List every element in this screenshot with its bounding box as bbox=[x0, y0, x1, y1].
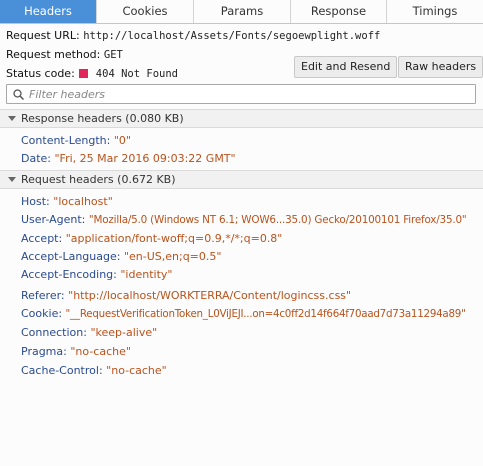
header-name: Date: bbox=[21, 152, 51, 165]
header-row: Connection: "keep-alive" bbox=[21, 325, 157, 340]
status-indicator-icon bbox=[79, 69, 89, 78]
filter-headers-box bbox=[6, 84, 476, 104]
header-value: "no-cache" bbox=[106, 364, 167, 377]
request-headers-section-toggle[interactable]: Request headers (0.672 KB) bbox=[0, 170, 483, 189]
header-name: User-Agent: bbox=[21, 213, 86, 226]
header-row: Accept: "application/font-woff;q=0.9,*/*… bbox=[21, 231, 282, 246]
header-row: User-Agent: "Mozilla/5.0 (Windows NT 6.1… bbox=[21, 212, 467, 228]
header-name: Host: bbox=[21, 195, 50, 208]
header-value: "http://localhost/WORKTERRA/Content/logi… bbox=[68, 289, 352, 302]
tab-response[interactable]: Response bbox=[291, 0, 387, 23]
header-name: Cookie: bbox=[21, 307, 63, 320]
header-row: Cookie: "__RequestVerificationToken_L0Vi… bbox=[21, 306, 466, 322]
response-headers-title: Response headers (0.080 KB) bbox=[21, 112, 184, 125]
header-row: Pragma: "no-cache" bbox=[21, 344, 131, 359]
tab-params[interactable]: Params bbox=[194, 0, 291, 23]
header-value: "Fri, 25 Mar 2016 09:03:22 GMT" bbox=[54, 152, 236, 165]
chevron-down-icon bbox=[8, 177, 16, 182]
raw-headers-button[interactable]: Raw headers bbox=[398, 56, 483, 78]
header-name: Accept-Encoding: bbox=[21, 268, 117, 281]
header-value: "keep-alive" bbox=[90, 326, 158, 339]
chevron-down-icon bbox=[8, 116, 16, 121]
response-headers-section-toggle[interactable]: Response headers (0.080 KB) bbox=[0, 109, 483, 128]
header-row: Accept-Language: "en-US,en;q=0.5" bbox=[21, 249, 221, 264]
request-method-label: Request method: bbox=[6, 48, 101, 61]
header-row: Content-Length: "0" bbox=[21, 133, 131, 148]
header-value: "0" bbox=[113, 134, 131, 147]
tab-timings[interactable]: Timings bbox=[387, 0, 483, 23]
header-value: "localhost" bbox=[53, 195, 113, 208]
header-row: Referer: "http://localhost/WORKTERRA/Con… bbox=[21, 288, 351, 303]
status-code-label: Status code: bbox=[6, 67, 75, 80]
header-row: Host: "localhost" bbox=[21, 194, 113, 209]
status-code-value: 404 Not Found bbox=[95, 68, 178, 80]
request-headers-title: Request headers (0.672 KB) bbox=[21, 173, 176, 186]
request-url-value: http://localhost/Assets/Fonts/segoewplig… bbox=[83, 30, 381, 42]
header-name: Referer: bbox=[21, 289, 65, 302]
request-method-value: GET bbox=[103, 49, 123, 61]
filter-headers-input[interactable] bbox=[29, 87, 469, 101]
edit-and-resend-button[interactable]: Edit and Resend bbox=[294, 56, 398, 78]
header-value: "en-US,en;q=0.5" bbox=[123, 250, 222, 263]
header-row: Cache-Control: "no-cache" bbox=[21, 363, 167, 378]
header-value: "no-cache" bbox=[70, 345, 131, 358]
header-name: Pragma: bbox=[21, 345, 67, 358]
request-url-label: Request URL: bbox=[6, 29, 80, 42]
header-value: "__RequestVerificationToken_L0ViJEJI...o… bbox=[65, 308, 466, 320]
status-code-row: Status code: 404 Not Found bbox=[6, 67, 178, 80]
tab-cookies[interactable]: Cookies bbox=[97, 0, 194, 23]
header-name: Accept: bbox=[21, 232, 63, 245]
search-icon bbox=[13, 89, 24, 100]
request-method-row: Request method: GET bbox=[6, 48, 123, 61]
header-value: "identity" bbox=[120, 268, 173, 281]
header-name: Cache-Control: bbox=[21, 364, 103, 377]
header-value: "application/font-woff;q=0.9,*/*;q=0.8" bbox=[65, 232, 283, 245]
header-value: "Mozilla/5.0 (Windows NT 6.1; WOW6...35.… bbox=[88, 214, 467, 226]
tab-bar: Headers Cookies Params Response Timings bbox=[0, 0, 483, 24]
header-name: Connection: bbox=[21, 326, 87, 339]
request-url-row: Request URL: http://localhost/Assets/Fon… bbox=[6, 29, 380, 42]
tab-headers[interactable]: Headers bbox=[0, 0, 97, 23]
header-name: Accept-Language: bbox=[21, 250, 121, 263]
header-row: Accept-Encoding: "identity" bbox=[21, 267, 172, 282]
header-row: Date: "Fri, 25 Mar 2016 09:03:22 GMT" bbox=[21, 151, 236, 166]
header-name: Content-Length: bbox=[21, 134, 111, 147]
